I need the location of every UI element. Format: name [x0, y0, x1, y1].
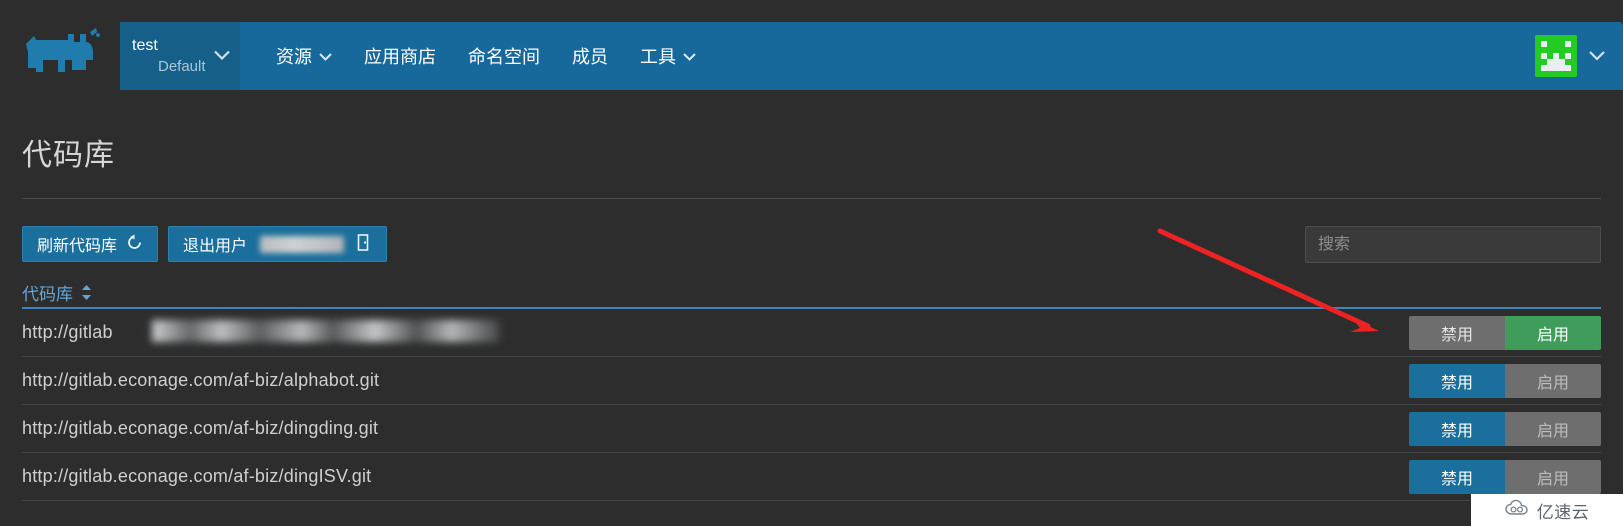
table-row[interactable]: http://gitlab.econage.com/af-biz/alphabo…	[22, 357, 1601, 405]
watermark-text: 亿速云	[1536, 502, 1590, 522]
logout-user-label: 退出用户	[183, 238, 248, 255]
nav-item-label: 成员	[572, 47, 608, 67]
refresh-repos-label: 刷新代码库	[37, 238, 118, 255]
nav-item-label: 工具	[640, 47, 676, 67]
repository-url: http://gitlab.econage.com/af-biz/alphabo…	[22, 370, 380, 390]
toolbar: 刷新代码库 退出用户	[22, 226, 388, 262]
exit-door-icon	[357, 233, 372, 255]
enable-button[interactable]: 启用	[1505, 459, 1601, 494]
top-navigation-bar: test Default 资源 应用商店 命名空间 成员 工具	[0, 0, 1623, 95]
nav-right-group	[1535, 22, 1623, 90]
logout-user-button[interactable]: 退出用户	[168, 226, 388, 262]
disable-button[interactable]: 禁用	[1409, 315, 1505, 350]
disable-button[interactable]: 禁用	[1409, 363, 1505, 398]
title-divider	[22, 198, 1601, 199]
nav-item-app-store[interactable]: 应用商店	[348, 22, 452, 90]
row-actions: 禁用 启用	[1409, 315, 1601, 350]
nav-menu: 资源 应用商店 命名空间 成员 工具	[240, 22, 712, 90]
repository-url: http://gitlab.econage.com/af-biz/dingISV…	[22, 466, 372, 486]
search-input[interactable]	[1305, 226, 1601, 263]
chevron-down-icon[interactable]	[1589, 48, 1605, 65]
row-actions: 禁用 启用	[1409, 363, 1601, 398]
refresh-icon	[126, 234, 143, 255]
navbar: test Default 资源 应用商店 命名空间 成员 工具	[120, 22, 1623, 90]
table-row[interactable]: http://gitlab.econage.com/af-biz/dingdin…	[22, 405, 1601, 453]
repository-table: 代码库 http://gitlab 禁用 启用 http://gitlab.ec…	[22, 277, 1601, 501]
page-title: 代码库	[22, 139, 115, 172]
table-header-row: 代码库	[22, 277, 1601, 309]
enable-button[interactable]: 启用	[1505, 315, 1601, 350]
cluster-project-selector[interactable]: test Default	[120, 22, 240, 90]
column-header-label: 代码库	[22, 284, 73, 304]
disable-button[interactable]: 禁用	[1409, 459, 1505, 494]
watermark: 亿速云	[1471, 494, 1623, 526]
nav-item-namespace[interactable]: 命名空间	[452, 22, 556, 90]
table-row[interactable]: http://gitlab.econage.com/af-biz/dingISV…	[22, 453, 1601, 501]
avatar[interactable]	[1535, 35, 1577, 77]
enable-button[interactable]: 启用	[1505, 411, 1601, 446]
chevron-down-icon	[214, 48, 230, 65]
nav-item-members[interactable]: 成员	[556, 22, 624, 90]
refresh-repos-button[interactable]: 刷新代码库	[22, 226, 159, 262]
nav-item-label: 应用商店	[364, 47, 436, 67]
rancher-cow-logo[interactable]	[18, 22, 110, 82]
enable-button[interactable]: 启用	[1505, 363, 1601, 398]
repository-url: http://gitlab.econage.com/af-biz/dingdin…	[22, 418, 379, 438]
app-window: test Default 资源 应用商店 命名空间 成员 工具 代码库 刷新代码…	[0, 0, 1623, 526]
cloud-icon	[1505, 499, 1531, 521]
sort-updown-icon	[80, 284, 93, 301]
column-header-repository[interactable]: 代码库	[22, 280, 93, 305]
table-row[interactable]: http://gitlab 禁用 启用	[22, 309, 1601, 357]
chevron-down-icon	[683, 49, 696, 64]
nav-item-tools[interactable]: 工具	[624, 22, 712, 90]
blurred-username	[260, 235, 345, 253]
blurred-url-mask	[152, 320, 500, 342]
disable-button[interactable]: 禁用	[1409, 411, 1505, 446]
repository-url: http://gitlab	[22, 322, 113, 342]
nav-item-label: 命名空间	[468, 47, 540, 67]
row-actions: 禁用 启用	[1409, 459, 1601, 494]
row-actions: 禁用 启用	[1409, 411, 1601, 446]
cow-logo-icon	[26, 28, 100, 72]
nav-item-resources[interactable]: 资源	[260, 22, 348, 90]
nav-item-label: 资源	[276, 47, 312, 67]
chevron-down-icon	[319, 49, 332, 64]
